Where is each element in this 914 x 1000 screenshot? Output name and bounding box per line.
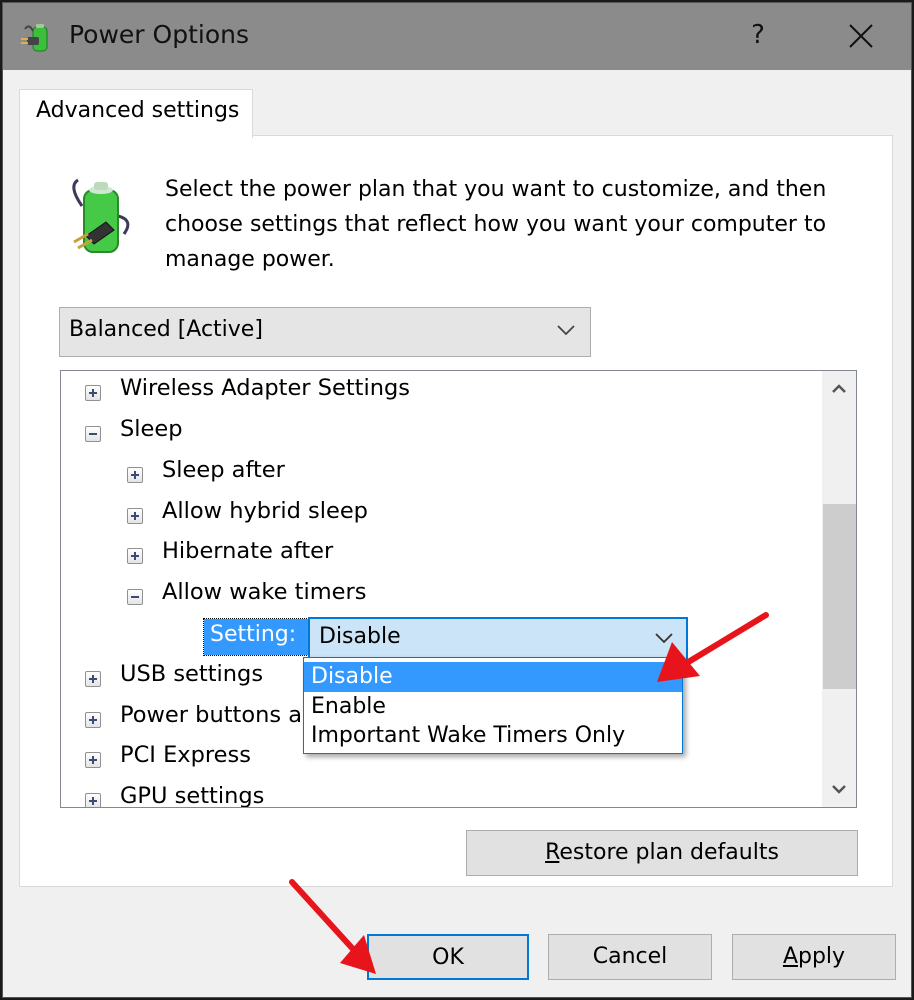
tree-scrollbar[interactable] (822, 371, 856, 807)
power-options-app-icon (21, 24, 48, 52)
scroll-up-arrow-icon[interactable] (822, 371, 856, 407)
expand-icon[interactable] (85, 712, 101, 728)
setting-label: Setting: (203, 618, 311, 656)
expand-icon[interactable] (127, 467, 143, 483)
close-icon[interactable] (838, 15, 882, 59)
expand-icon[interactable] (85, 671, 101, 687)
expand-icon[interactable] (85, 385, 101, 401)
scrollbar-thumb[interactable] (823, 504, 856, 689)
option-enable[interactable]: Enable (304, 692, 682, 722)
cancel-button[interactable]: Cancel (548, 934, 712, 980)
apply-button[interactable]: Apply (732, 934, 896, 980)
help-button[interactable]: ? (738, 15, 778, 55)
description-text: Select the power plan that you want to c… (165, 177, 827, 272)
setting-value: Disable (319, 624, 401, 649)
title-bar: Power Options ? (3, 3, 911, 70)
tab-label: Advanced settings (36, 98, 240, 123)
chevron-down-icon (655, 633, 673, 644)
expand-icon[interactable] (85, 793, 101, 807)
power-plan-select[interactable]: Balanced [Active] (59, 307, 591, 357)
scroll-down-arrow-icon[interactable] (822, 771, 856, 807)
restore-plan-defaults-button[interactable]: Restore plan defaults (466, 830, 858, 876)
setting-options-dropdown[interactable]: Disable Enable Important Wake Timers Onl… (303, 657, 683, 754)
ok-button[interactable]: OK (367, 934, 529, 980)
power-options-dialog: Power Options ? Advanced settings Select… (2, 2, 912, 998)
expand-icon[interactable] (127, 508, 143, 524)
collapse-icon[interactable] (127, 589, 143, 605)
option-important-wake-timers-only[interactable]: Important Wake Timers Only (304, 721, 682, 751)
window-title: Power Options (69, 20, 249, 49)
tab-advanced-settings[interactable]: Advanced settings (19, 89, 253, 138)
battery-plug-icon (72, 178, 130, 253)
collapse-icon[interactable] (85, 426, 101, 442)
expand-icon[interactable] (85, 752, 101, 768)
advanced-settings-panel: Select the power plan that you want to c… (19, 135, 893, 887)
chevron-down-icon (557, 325, 575, 336)
option-disable[interactable]: Disable (304, 662, 682, 692)
power-plan-value: Balanced [Active] (69, 317, 263, 342)
wake-timers-setting-select[interactable]: Disable (308, 617, 688, 661)
expand-icon[interactable] (127, 548, 143, 564)
